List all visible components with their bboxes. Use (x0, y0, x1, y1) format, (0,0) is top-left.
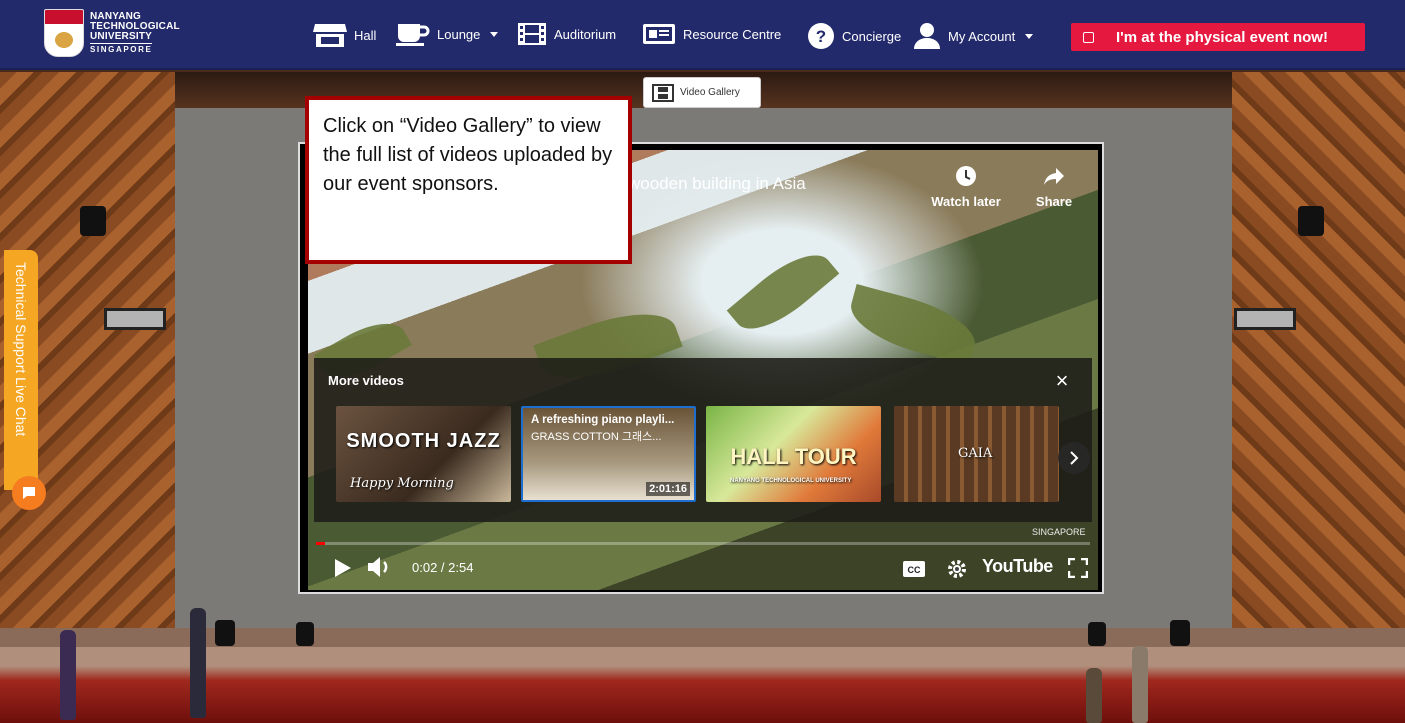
live-chat-button[interactable] (12, 476, 46, 510)
settings-gear-icon[interactable] (946, 558, 968, 580)
crest-icon (44, 9, 84, 57)
newspaper-icon (643, 24, 675, 44)
physical-event-button[interactable]: I'm at the physical event now! (1071, 23, 1365, 51)
thumbnail-subtitle: GRASS COTTON 그래스... (531, 431, 662, 443)
instruction-text: Click on “Video Gallery” to view the ful… (323, 115, 613, 195)
stage-light (296, 622, 314, 646)
progress-bar[interactable] (316, 542, 1090, 545)
thumbnail-overlay-text: HALL TOUR (730, 444, 857, 469)
svg-text:CC: CC (908, 565, 921, 575)
checkbox-icon (1083, 31, 1094, 43)
thumbnail-caption: NANYANG TECHNOLOGICAL UNIVERSITY (730, 478, 852, 484)
thumbnail-overlay-text: SMOOTH JAZZ (346, 430, 501, 452)
technical-support-label: Technical Support Live Chat (13, 262, 29, 437)
logo-text: NANYANG TECHNOLOGICAL UNIVERSITY SINGAPO… (90, 10, 180, 55)
chevron-down-icon (1025, 33, 1034, 39)
instruction-callout: Click on “Video Gallery” to view the ful… (305, 96, 632, 264)
storefront-icon (313, 24, 347, 47)
share-arrow-icon (1044, 168, 1064, 185)
logo-line: TECHNOLOGICAL (90, 20, 180, 32)
avatar-person (1086, 668, 1102, 723)
stage-light (1170, 620, 1190, 646)
nav-my-account-label: My Account (948, 28, 1016, 44)
avatar-person (1132, 646, 1148, 723)
video-title[interactable]: wooden building in Asia (628, 174, 806, 194)
speaker-right (1234, 308, 1296, 330)
university-logo[interactable]: NANYANG TECHNOLOGICAL UNIVERSITY SINGAPO… (44, 9, 180, 57)
logo-line: UNIVERSITY (90, 30, 153, 42)
question-circle-icon: ? (808, 23, 834, 49)
video-thumbnail[interactable]: HALL TOUR NANYANG TECHNOLOGICAL UNIVERSI… (706, 406, 881, 502)
film-icon (518, 23, 546, 45)
close-icon[interactable]: × (1050, 370, 1074, 394)
closed-captions-icon[interactable]: CC (902, 560, 926, 578)
chevron-right-icon (1070, 451, 1079, 465)
time-display: 0:02 / 2:54 (412, 560, 474, 575)
nav-auditorium[interactable]: Auditorium (517, 22, 616, 46)
watch-later-label: Watch later (931, 194, 1001, 209)
nav-hall[interactable]: Hall (313, 22, 376, 48)
more-videos-title: More videos (328, 373, 404, 388)
physical-event-label: I'm at the physical event now! (1116, 28, 1328, 46)
svg-text:?: ? (816, 27, 826, 46)
ntu-watermark: SINGAPORE (1032, 527, 1086, 537)
nav-concierge[interactable]: ? Concierge (807, 22, 901, 50)
nav-my-account[interactable]: My Account (913, 22, 1034, 50)
chat-bubble-icon (23, 487, 35, 499)
clock-icon (956, 166, 976, 186)
nav-hall-label: Hall (354, 27, 377, 43)
stage-light (1088, 622, 1106, 646)
chevron-down-icon (490, 31, 499, 37)
share-label: Share (1035, 194, 1073, 209)
nav-resource-centre-label: Resource Centre (683, 26, 782, 42)
nav-lounge[interactable]: Lounge (396, 22, 499, 46)
thumbnail-overlay-text: GAIA (958, 446, 993, 461)
thumbnail-title: A refreshing piano playli... (531, 414, 675, 426)
watch-later-button[interactable]: Watch later (924, 164, 1008, 209)
logo-line: NANYANG (90, 10, 142, 22)
video-thumbnail[interactable]: SMOOTH JAZZ Happy Morning (336, 406, 511, 502)
stage-light (215, 620, 235, 646)
wall-lamp-left (80, 206, 106, 236)
more-videos-panel: More videos × SMOOTH JAZZ Happy Morning … (314, 358, 1092, 522)
technical-support-tab[interactable]: Technical Support Live Chat (4, 250, 38, 490)
top-navigation-bar: NANYANG TECHNOLOGICAL UNIVERSITY SINGAPO… (0, 0, 1405, 70)
thumbnail-script-text: Happy Morning (350, 476, 454, 491)
progress-fill (316, 542, 325, 545)
next-videos-button[interactable] (1058, 442, 1090, 474)
thumbnail-duration: 2:01:16 (646, 482, 690, 496)
fullscreen-icon[interactable] (1068, 558, 1088, 578)
avatar-person (190, 608, 206, 718)
play-icon[interactable] (334, 558, 352, 578)
video-gallery-button[interactable]: Video Gallery (643, 77, 761, 108)
player-controls: 0:02 / 2:54 CC YouTube (322, 552, 1092, 582)
leaf-graphic (726, 239, 840, 345)
nav-concierge-label: Concierge (842, 28, 902, 44)
share-button[interactable]: Share (1026, 164, 1082, 209)
speaker-left (104, 308, 166, 330)
user-icon (914, 23, 940, 49)
volume-icon[interactable] (366, 556, 394, 578)
right-wood-wall (1232, 72, 1405, 672)
nav-resource-centre[interactable]: Resource Centre (642, 22, 781, 46)
nav-lounge-label: Lounge (437, 26, 481, 42)
nav-auditorium-label: Auditorium (554, 26, 617, 42)
video-thumbnail-selected[interactable]: A refreshing piano playli... GRASS COTTO… (521, 406, 696, 502)
leaf-graphic (843, 284, 983, 366)
coffee-cup-icon (396, 24, 430, 46)
video-gallery-label: Video Gallery (680, 87, 740, 98)
virtual-hall: NANYANG TECHNOLOGICAL UNIVERSITY SINGAPO… (0, 0, 1405, 723)
wall-lamp-right (1298, 206, 1324, 236)
youtube-logo[interactable]: YouTube (982, 556, 1053, 577)
stage-floor (0, 628, 1405, 723)
avatar-person (60, 630, 76, 720)
film-icon (652, 83, 674, 102)
video-thumbnail[interactable]: GAIA (894, 406, 1059, 502)
logo-line: SINGAPORE (90, 42, 153, 54)
